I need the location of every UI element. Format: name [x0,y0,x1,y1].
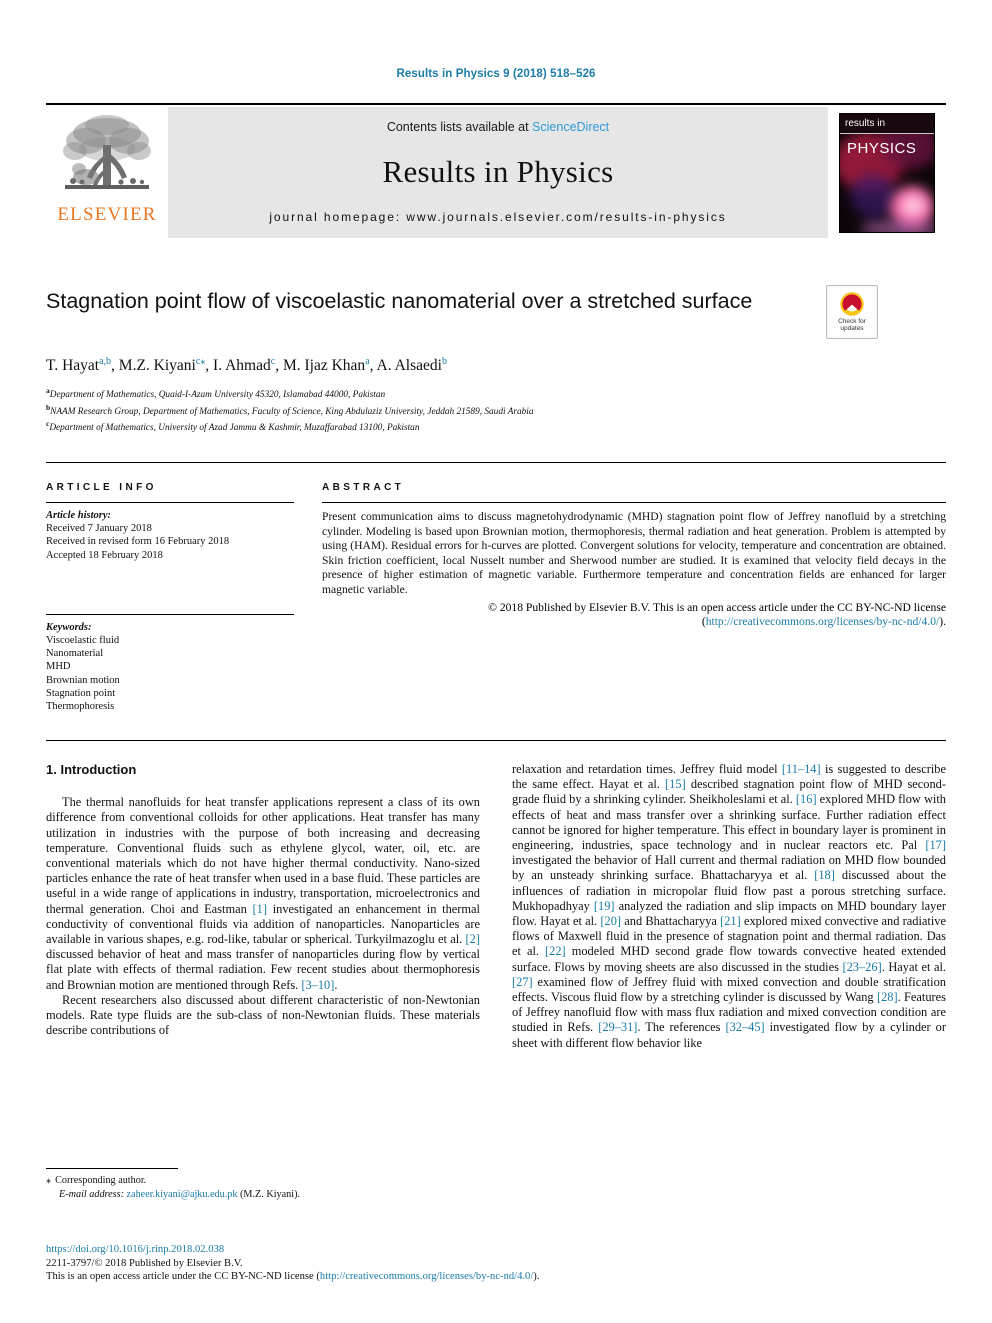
footnote-rule [46,1168,178,1169]
keyword-item: Nanomaterial [46,648,104,660]
citation-ref[interactable]: [23–26] [842,960,881,974]
citation-ref[interactable]: [29–31] [598,1020,637,1034]
journal-band: Contents lists available at ScienceDirec… [168,107,828,238]
journal-masthead: ELSEVIER Contents lists available at Sci… [46,103,946,238]
corresponding-author-line: ⁎ Corresponding author. [46,1174,480,1188]
crossmark-line2: updates [840,325,864,332]
journal-cover-thumbnail: results in PHYSICS [828,107,946,238]
corresponding-author-text: Corresponding author. [55,1175,147,1186]
citation-ref[interactable]: [11–14] [782,762,821,776]
crossmark-label: Check for updates [838,318,866,333]
cover-results-in-label: results in [840,113,934,134]
journal-homepage-link[interactable]: journal homepage: www.journals.elsevier.… [269,210,726,224]
affiliation-text: Department of Mathematics, University of… [49,423,420,434]
paragraph: The thermal nanofluids for heat transfer… [46,795,480,992]
citation-ref[interactable]: [15] [665,777,686,791]
article-history-block: Article history: Received 7 January 2018… [46,509,294,562]
body-column-right: relaxation and retardation times. Jeffre… [512,762,946,1051]
affiliation-text: Department of Mathematics, Quaid-I-Azam … [49,390,386,401]
paper-title: Stagnation point flow of viscoelastic na… [46,289,753,313]
elsevier-tree-icon [63,115,151,189]
article-history-label: Article history: [46,510,112,521]
body-column-left: 1. Introduction The thermal nanofluids f… [46,762,480,1038]
contents-prefix: Contents lists available at [386,120,533,134]
article-info-rule [46,502,294,503]
rule-below-abstract [46,740,946,741]
keywords-label: Keywords: [46,621,92,633]
citation-ref[interactable]: [20] [600,914,621,928]
citation-ref[interactable]: [19] [594,899,615,913]
citation-ref[interactable]: [21] [720,914,741,928]
elsevier-logo: ELSEVIER [46,107,168,238]
paragraph: relaxation and retardation times. Jeffre… [512,762,947,1050]
footer-license-link[interactable]: http://creativecommons.org/licenses/by-n… [320,1271,533,1282]
license-link[interactable]: http://creativecommons.org/licenses/by-n… [706,615,940,628]
page-footer: https://doi.org/10.1016/j.rinp.2018.02.0… [46,1243,606,1284]
citation-ref[interactable]: [17] [925,838,946,852]
citation-ref[interactable]: [3–10] [301,978,334,992]
email-link[interactable]: zaheer.kiyani@ajku.edu.pk [127,1189,238,1200]
corresponding-author-footnote: ⁎ Corresponding author. E-mail address: z… [46,1168,480,1201]
keywords-rule [46,613,294,615]
history-item: Received in revised form 16 February 201… [46,536,230,548]
citation-ref[interactable]: [27] [512,975,533,989]
article-info-column: ARTICLE INFO Article history: Received 7… [46,482,294,713]
citation-ref[interactable]: [22] [545,944,566,958]
paper-page: Results in Physics 9 (2018) 518–526 ELSE… [0,0,992,1323]
footer-license-suffix: ). [533,1271,540,1283]
citation-ref[interactable]: [28] [877,990,898,1004]
history-item: Received 7 January 2018 [46,523,152,535]
issn-copyright-line: 2211-3797/© 2018 Published by Elsevier B… [46,1257,243,1269]
elsevier-wordmark: ELSEVIER [57,204,157,225]
history-item: Accepted 18 February 2018 [46,549,163,561]
author-list: T. Hayata,b, M.Z. Kiyanic⁎, I. Ahmadc, M… [46,356,447,375]
affiliation-item: cDepartment of Mathematics, University o… [46,418,926,435]
citation-ref[interactable]: [1] [253,902,267,916]
footer-license-prefix: This is an open access article under the… [46,1271,320,1283]
footer-license-line: This is an open access article under the… [46,1270,606,1284]
affiliation-item: bNAAM Research Group, Department of Math… [46,402,926,419]
running-head: Results in Physics 9 (2018) 518–526 [396,68,596,80]
contents-lists-line: Contents lists available at ScienceDirec… [387,120,609,134]
citation-ref[interactable]: [18] [814,868,835,882]
section-heading-introduction: 1. Introduction [46,762,137,777]
affiliation-item: aDepartment of Mathematics, Quaid-I-Azam… [46,385,926,402]
abstract-column: ABSTRACT Present communication aims to d… [322,482,946,630]
citation-ref[interactable]: [32–45] [725,1020,764,1034]
keyword-item: Brownian motion [46,674,120,686]
keyword-item: MHD [46,661,71,673]
abstract-body: Present communication aims to discuss ma… [322,510,946,596]
rule-above-article-info [46,462,946,463]
article-info-heading: ARTICLE INFO [46,482,157,493]
sciencedirect-link[interactable]: ScienceDirect [532,120,609,134]
keyword-item: Viscoelastic fluid [46,635,120,647]
journal-title: Results in Physics [382,154,614,189]
keywords-block: Keywords: Viscoelastic fluid Nanomateria… [46,613,294,713]
crossmark-check-for-updates-badge[interactable]: Check for updates [826,285,878,339]
keyword-item: Thermophoresis [46,701,115,713]
abstract-copyright: © 2018 Published by Elsevier B.V. This i… [322,601,946,630]
crossmark-line1: Check for [838,317,866,325]
abstract-heading: ABSTRACT [322,482,405,493]
email-line: E-mail address: zaheer.kiyani@ajku.edu.p… [46,1188,480,1202]
email-label: E-mail address: [59,1188,124,1200]
abstract-rule [322,502,946,503]
citation-ref[interactable]: [16] [796,792,817,806]
affiliation-text: NAAM Research Group, Department of Mathe… [50,406,534,417]
copyright-tail: ). [939,615,946,629]
keyword-item: Stagnation point [46,687,116,699]
affiliation-list: aDepartment of Mathematics, Quaid-I-Azam… [46,385,926,435]
footnote-star: ⁎ [46,1175,52,1186]
doi-link[interactable]: https://doi.org/10.1016/j.rinp.2018.02.0… [46,1243,606,1257]
citation-ref[interactable]: [2] [466,932,480,946]
crossmark-icon [840,291,864,316]
email-owner: (M.Z. Kiyani). [240,1188,301,1200]
cover-physics-label: PHYSICS [847,139,917,157]
paragraph: Recent researchers also discussed about … [46,992,480,1038]
